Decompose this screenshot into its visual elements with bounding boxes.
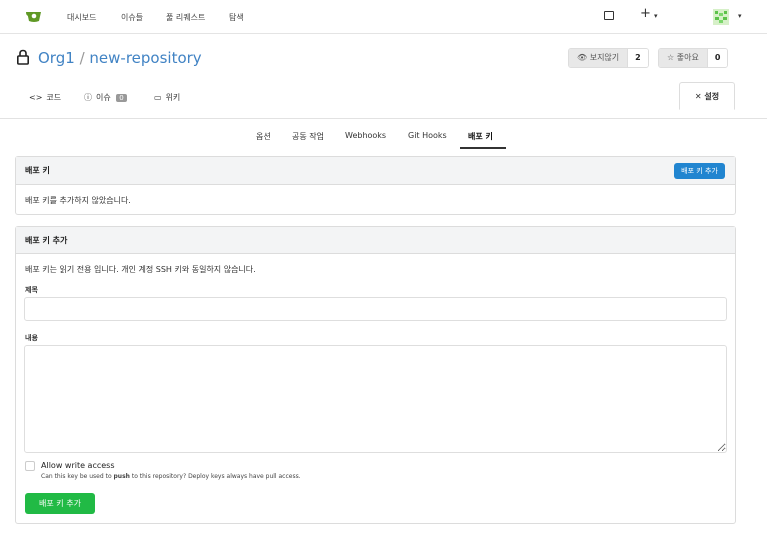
subtab-deploy-keys[interactable]: 배포 키 [468, 131, 493, 142]
watch-count[interactable]: 2 [627, 49, 648, 67]
tab-settings[interactable]: ✕ 설정 [679, 82, 735, 110]
eye-icon: 👁 [577, 53, 588, 62]
chevron-down-icon[interactable]: ▾ [654, 12, 658, 20]
star-button[interactable]: ☆ 좋아요 [659, 49, 707, 67]
deploy-keys-title: 배포 키 [25, 166, 50, 175]
nav-issues[interactable]: 이슈들 [121, 12, 143, 23]
active-subtab-indicator [460, 147, 506, 149]
repo-owner-link[interactable]: Org1 [38, 49, 75, 67]
add-deploy-key-button[interactable]: 배포 키 추가 [674, 163, 725, 179]
empty-keys-message: 배포 키를 추가하지 않았습니다. [25, 196, 131, 205]
subtab-options[interactable]: 옵션 [256, 131, 271, 142]
avatar[interactable] [713, 9, 729, 25]
issue-opened-icon: ⓘ [84, 93, 92, 102]
nav-pull-requests[interactable]: 풀 리퀘스트 [166, 12, 205, 23]
write-access-checkbox[interactable] [25, 461, 35, 471]
title-label: 제목 [25, 286, 38, 294]
top-navbar: 대시보드 이슈들 풀 리퀘스트 탐색 + ▾ ▾ [0, 0, 767, 34]
repo-title: Org1 / new-repository [38, 49, 202, 67]
create-new-button[interactable]: + [640, 6, 651, 21]
repo-name-link[interactable]: new-repository [89, 49, 201, 67]
add-deploy-key-panel: 배포 키 추가 배포 키는 읽기 전용 입니다. 개인 계정 SSH 키와 동일… [15, 226, 736, 524]
lock-icon [17, 49, 29, 65]
deploy-keys-panel: 배포 키 배포 키 추가 배포 키를 추가하지 않았습니다. [15, 156, 736, 215]
subtab-collaboration[interactable]: 공동 작업 [292, 131, 324, 142]
chevron-down-icon[interactable]: ▾ [738, 12, 742, 20]
tab-wiki[interactable]: ▭ 위키 [154, 92, 180, 103]
issues-count-badge: 0 [116, 94, 127, 102]
nav-dashboard[interactable]: 대시보드 [67, 12, 96, 23]
subtab-git-hooks[interactable]: Git Hooks [408, 131, 447, 140]
book-icon: ▭ [154, 93, 162, 102]
deploy-keys-header: 배포 키 [16, 157, 735, 185]
content-textarea[interactable] [24, 345, 727, 453]
watch-button-group: 👁 보지않기 2 [568, 48, 649, 68]
tools-icon: ✕ [694, 92, 702, 101]
deploy-key-description: 배포 키는 읽기 전용 입니다. 개인 계정 SSH 키와 동일하지 않습니다. [25, 265, 256, 274]
repo-separator: / [79, 49, 85, 67]
gitea-logo-icon[interactable] [26, 9, 42, 23]
write-access-label: Allow write access [41, 461, 115, 470]
code-icon: <> [29, 93, 43, 102]
submit-deploy-key-button[interactable]: 배포 키 추가 [25, 493, 95, 514]
unwatch-button[interactable]: 👁 보지않기 [569, 49, 628, 67]
tab-issues[interactable]: ⓘ 이슈 0 [84, 92, 127, 103]
write-access-help: Can this key be used to push to this rep… [41, 473, 301, 480]
add-deploy-key-title: 배포 키 추가 [25, 236, 68, 245]
content-label: 내용 [25, 334, 38, 342]
star-icon: ☆ [667, 53, 675, 62]
tab-code[interactable]: <> 코드 [29, 92, 61, 103]
add-deploy-key-header: 배포 키 추가 [16, 227, 735, 254]
nav-explore[interactable]: 탐색 [229, 12, 244, 23]
star-button-group: ☆ 좋아요 0 [658, 48, 729, 68]
star-count[interactable]: 0 [706, 49, 728, 67]
subtab-webhooks[interactable]: Webhooks [345, 131, 386, 140]
repo-header [0, 34, 767, 119]
title-input[interactable] [24, 297, 727, 321]
notifications-icon[interactable] [604, 11, 614, 20]
